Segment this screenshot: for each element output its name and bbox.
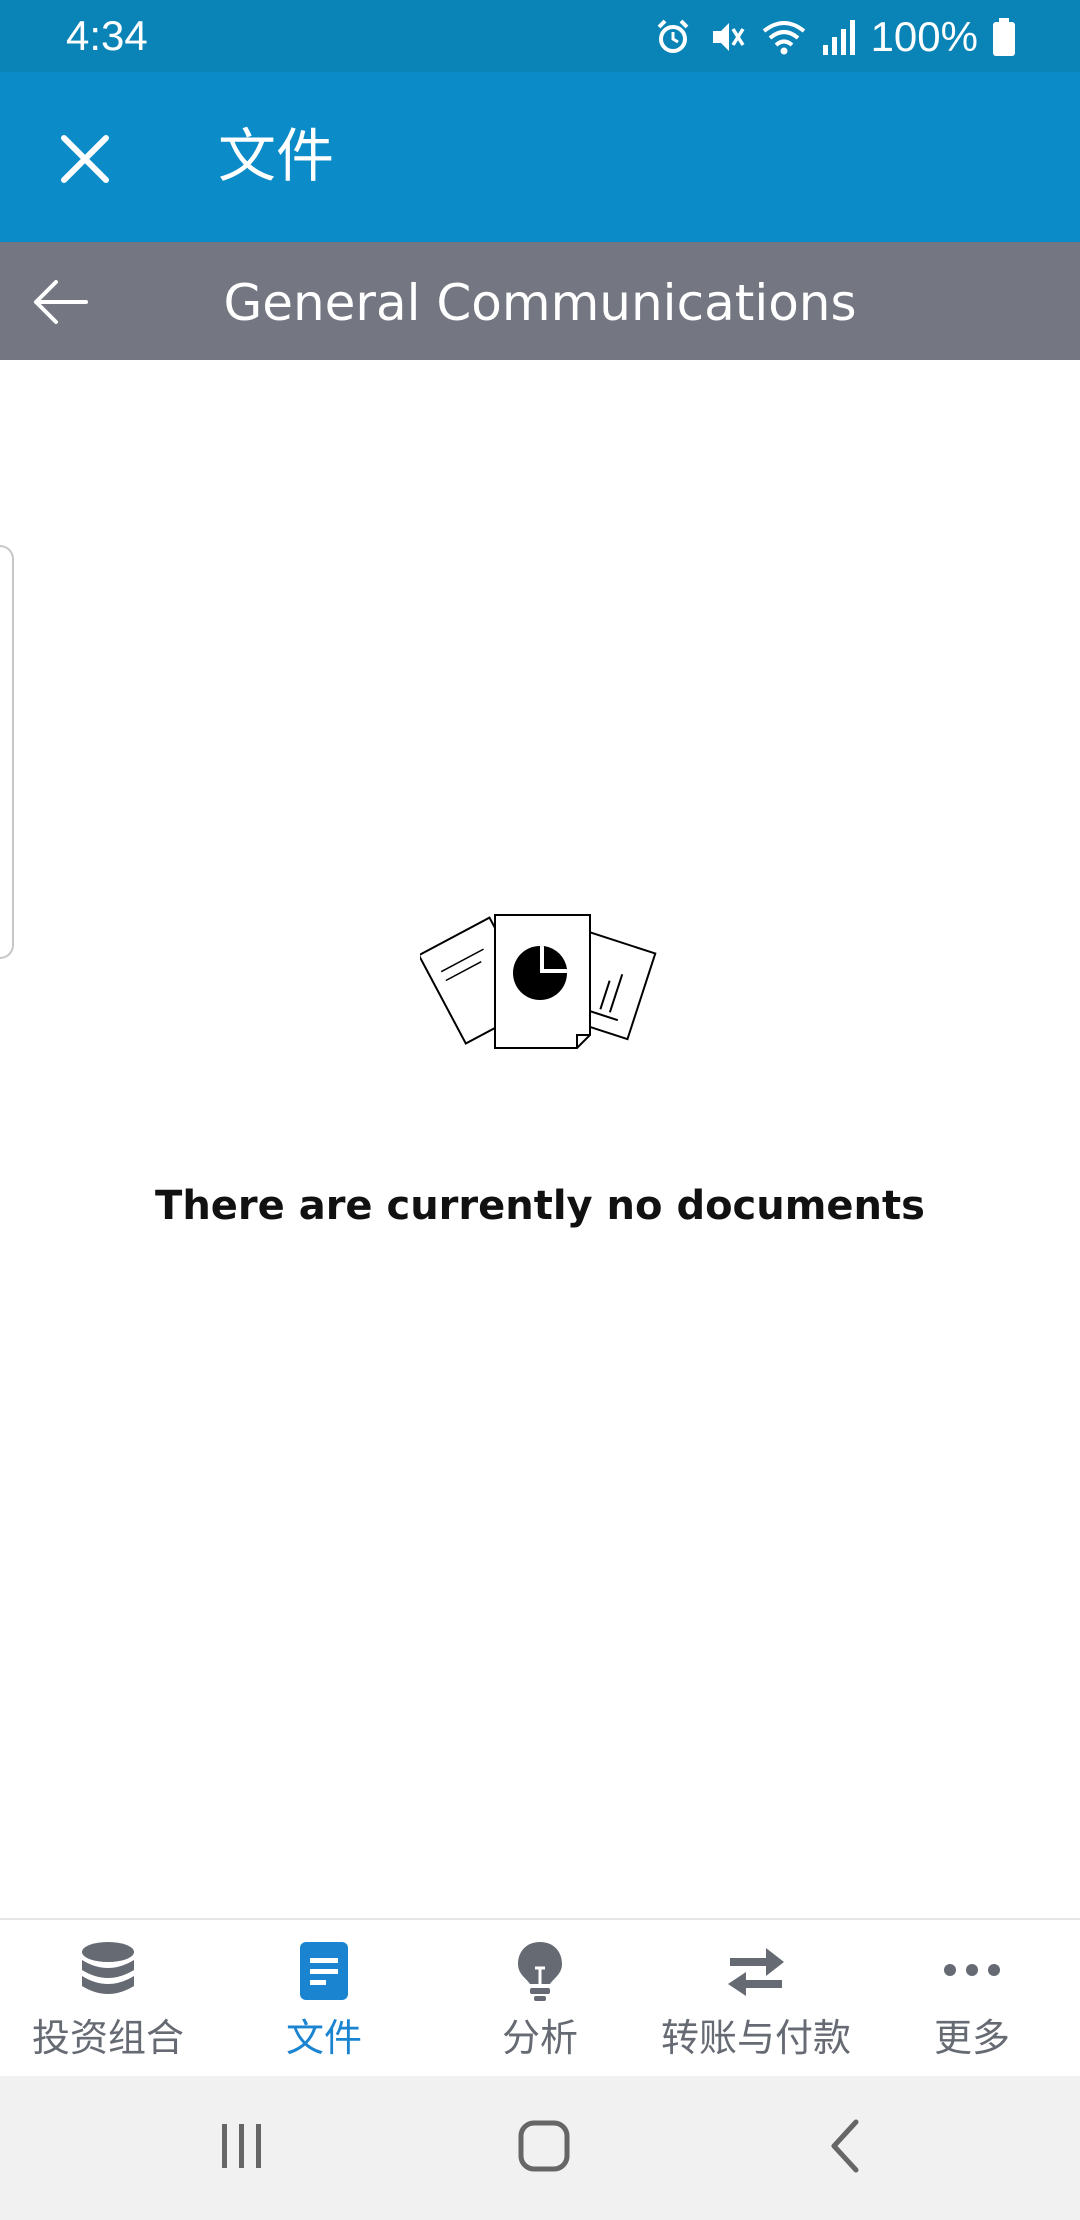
vibrate-mute-icon xyxy=(712,23,745,51)
empty-state-message: There are currently no documents xyxy=(155,1183,925,1229)
app-title: 文件 xyxy=(218,122,335,190)
system-nav-bar xyxy=(0,2076,1080,2220)
nav-item-more[interactable]: 更多 xyxy=(864,1920,1080,2078)
nav-label: 转账与付款 xyxy=(660,2016,851,2060)
content-area: There are currently no documents xyxy=(0,360,1080,1918)
bottom-nav: 投资组合 文件 分析 转账与付款 更多 xyxy=(0,1918,1080,2078)
nav-label: 更多 xyxy=(933,2016,1010,2060)
close-icon[interactable] xyxy=(50,124,120,194)
database-icon xyxy=(82,1942,134,1994)
app-bar: 文件 xyxy=(0,72,1080,242)
battery-percent: 100% xyxy=(870,13,978,60)
nav-label: 文件 xyxy=(285,2016,362,2060)
nav-label: 分析 xyxy=(501,2016,578,2060)
nav-item-portfolio[interactable]: 投资组合 xyxy=(0,1920,216,2078)
nav-label: 投资组合 xyxy=(31,2016,184,2060)
document-icon xyxy=(300,1942,348,2000)
status-time: 4:34 xyxy=(66,12,148,59)
alarm-icon xyxy=(657,19,688,53)
section-header: General Communications xyxy=(0,242,1080,360)
wifi-icon xyxy=(762,21,805,55)
signal-icon xyxy=(822,20,855,55)
side-drawer-handle[interactable] xyxy=(0,545,14,959)
nav-item-documents[interactable]: 文件 xyxy=(216,1920,432,2078)
transfer-arrows-icon xyxy=(728,1948,784,1996)
lightbulb-icon xyxy=(518,1942,562,2001)
status-bar: 4:34 100% xyxy=(0,0,1080,72)
home-icon[interactable] xyxy=(514,2116,574,2176)
nav-item-transfers[interactable]: 转账与付款 xyxy=(648,1920,864,2078)
status-icons: 100% xyxy=(653,13,1016,60)
nav-item-analysis[interactable]: 分析 xyxy=(432,1920,648,2078)
back-icon[interactable] xyxy=(816,2116,876,2176)
section-title: General Communications xyxy=(223,274,857,332)
screen: 4:34 100% 文件 General Communications Ther… xyxy=(0,0,1080,2220)
battery-icon xyxy=(993,18,1015,56)
more-dots-icon xyxy=(944,1964,1000,1976)
documents-illustration xyxy=(420,914,657,1049)
recent-apps-icon[interactable] xyxy=(212,2116,272,2176)
